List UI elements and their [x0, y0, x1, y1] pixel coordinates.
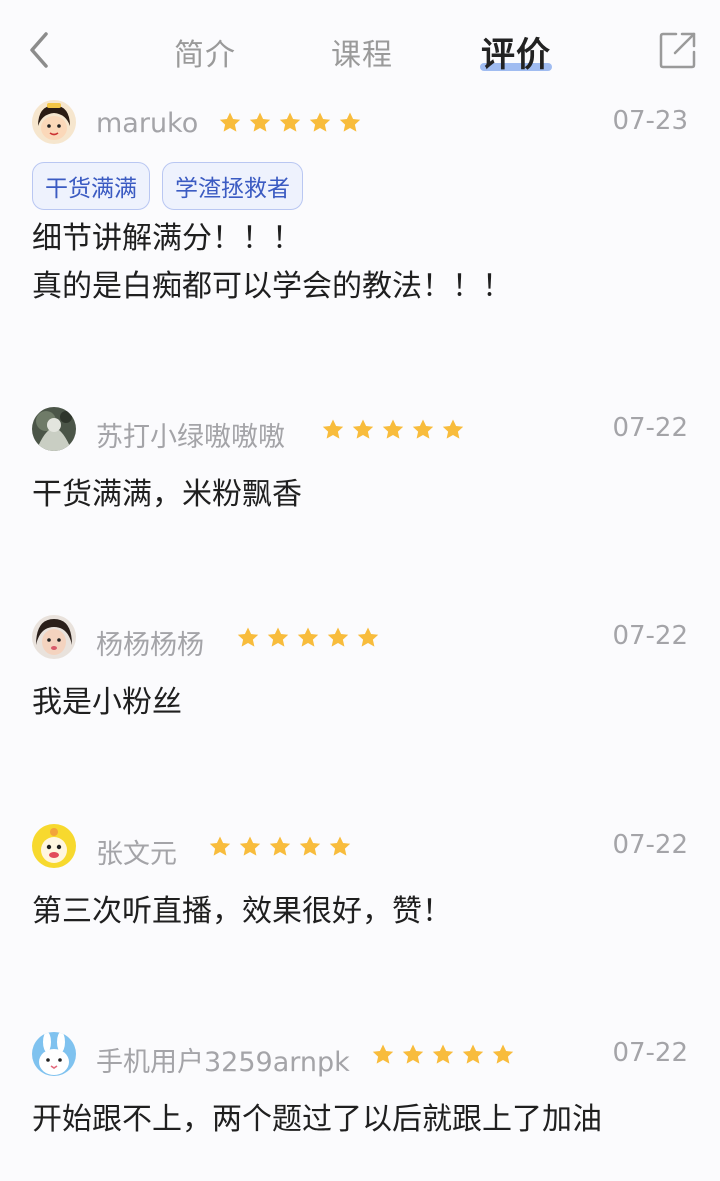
star-icon	[299, 836, 321, 856]
review-username: maruko	[96, 108, 199, 139]
star-icon	[237, 627, 259, 647]
star-icon	[269, 836, 291, 856]
review-item: 张文元 07-22 第三次听直播，效果很好，赞！	[0, 822, 720, 1022]
review-date: 07-22	[612, 1038, 688, 1068]
avatar[interactable]	[32, 100, 76, 144]
avatar[interactable]	[32, 407, 76, 451]
review-item: 苏打小绿嗷嗷嗷 07-22 干货满满，米粉飘香	[0, 405, 720, 605]
review-item: maruko 07-23 干货满满 学渣拯救者 细节讲解满分！！！ 真的是白痴都…	[0, 96, 720, 386]
star-icon	[297, 627, 319, 647]
review-content: 我是小粉丝	[32, 685, 182, 720]
rating-stars	[218, 111, 362, 135]
review-tags: 干货满满 学渣拯救者	[32, 162, 303, 210]
chevron-left-icon	[30, 32, 48, 68]
star-icon	[219, 112, 241, 132]
star-icon	[462, 1044, 484, 1064]
star-icon	[432, 1044, 454, 1064]
review-item: 手机用户3259arnpk 07-22 开始跟不上，两个题过了以后就跟上了加油	[0, 1030, 720, 1181]
star-icon	[492, 1044, 514, 1064]
review-content: 细节讲解满分！！！ 真的是白痴都可以学会的教法！！！	[32, 221, 512, 304]
star-icon	[402, 1044, 424, 1064]
review-username: 张文元	[96, 839, 177, 870]
rating-stars	[208, 835, 352, 859]
review-tag: 学渣拯救者	[162, 162, 303, 210]
star-icon	[322, 419, 344, 439]
review-date: 07-22	[612, 621, 688, 651]
star-icon	[442, 419, 464, 439]
share-external-icon	[659, 32, 696, 69]
review-username: 杨杨杨杨	[96, 630, 204, 661]
tab-reviews[interactable]: 评价	[481, 27, 551, 76]
star-icon	[372, 1044, 394, 1064]
review-item: 杨杨杨杨 07-22 我是小粉丝	[0, 613, 720, 813]
review-content: 开始跟不上，两个题过了以后就跟上了加油	[32, 1102, 602, 1137]
star-icon	[352, 419, 374, 439]
star-icon	[239, 836, 261, 856]
rating-stars	[236, 626, 380, 650]
star-icon	[279, 112, 301, 132]
star-icon	[249, 112, 271, 132]
star-icon	[357, 627, 379, 647]
rating-stars	[371, 1043, 515, 1067]
star-icon	[382, 419, 404, 439]
star-icon	[339, 112, 361, 132]
reviews-page: 简介 课程 评价 maruko 07-23 干货满满 学渣拯救者 细节讲解满分！…	[0, 0, 720, 1181]
avatar[interactable]	[32, 824, 76, 868]
share-button[interactable]	[658, 30, 698, 70]
star-icon	[209, 836, 231, 856]
star-icon	[329, 836, 351, 856]
review-date: 07-22	[612, 413, 688, 443]
child-photo-avatar-icon	[32, 615, 76, 659]
review-username: 手机用户3259arnpk	[96, 1047, 350, 1078]
star-icon	[412, 419, 434, 439]
tab-intro[interactable]: 简介	[174, 30, 236, 74]
bunny-avatar-icon	[32, 1032, 76, 1076]
star-icon	[327, 627, 349, 647]
star-icon	[309, 112, 331, 132]
avatar[interactable]	[32, 1032, 76, 1076]
review-content: 第三次听直播，效果很好，赞！	[32, 894, 452, 929]
top-nav-bar: 简介 课程 评价	[0, 0, 720, 100]
photo-avatar-icon	[32, 407, 76, 451]
tab-course[interactable]: 课程	[331, 30, 393, 74]
review-date: 07-23	[612, 106, 688, 136]
cartoon-girl-avatar-icon	[32, 100, 76, 144]
review-date: 07-22	[612, 830, 688, 860]
review-tag: 干货满满	[32, 162, 150, 210]
star-icon	[267, 627, 289, 647]
yellow-character-avatar-icon	[32, 824, 76, 868]
review-content: 干货满满，米粉飘香	[32, 477, 302, 512]
back-button[interactable]	[22, 28, 58, 72]
review-username: 苏打小绿嗷嗷嗷	[96, 422, 285, 453]
avatar[interactable]	[32, 615, 76, 659]
rating-stars	[321, 418, 465, 442]
